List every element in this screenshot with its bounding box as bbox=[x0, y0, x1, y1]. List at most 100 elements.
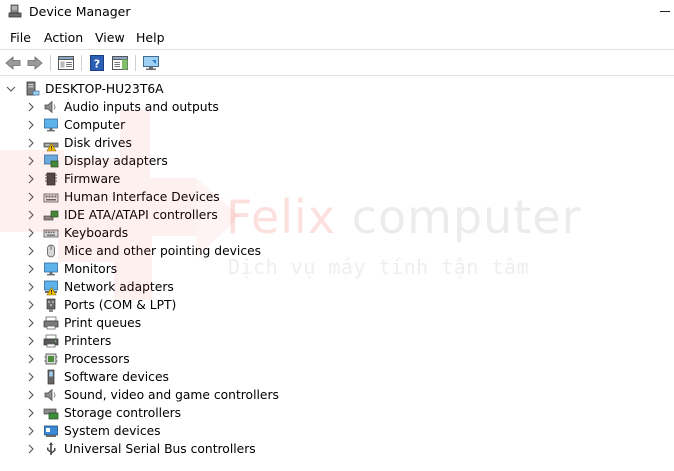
tree-category-row[interactable]: Monitors bbox=[0, 260, 674, 278]
display-adapter-icon bbox=[43, 153, 59, 169]
tree-root-computer[interactable]: DESKTOP-HU23T6A bbox=[0, 80, 674, 98]
tree-category-row[interactable]: Human Interface Devices bbox=[0, 188, 674, 206]
chevron-right-icon[interactable] bbox=[25, 389, 37, 401]
tree-category-label: Storage controllers bbox=[64, 406, 182, 420]
menu-bar: File Action View Help bbox=[0, 27, 674, 48]
device-tree: DESKTOP-HU23T6A Audio inputs and outputs C… bbox=[0, 79, 674, 471]
toolbar-separator bbox=[135, 55, 136, 71]
tree-category-row[interactable]: System devices bbox=[0, 422, 674, 440]
tree-category-row[interactable]: Computer bbox=[0, 116, 674, 134]
chevron-right-icon[interactable] bbox=[25, 317, 37, 329]
tree-category-row[interactable]: Software devices bbox=[0, 368, 674, 386]
tree-category-label: Display adapters bbox=[64, 154, 168, 168]
tree-category-row[interactable]: Universal Serial Bus controllers bbox=[0, 440, 674, 458]
minimize-button[interactable] bbox=[651, 2, 674, 22]
software-device-icon bbox=[43, 369, 59, 385]
tree-category-label: Processors bbox=[64, 352, 130, 366]
chevron-right-icon[interactable] bbox=[25, 281, 37, 293]
monitor-icon bbox=[43, 261, 59, 277]
menu-action[interactable]: Action bbox=[44, 29, 83, 46]
chevron-right-icon[interactable] bbox=[25, 425, 37, 437]
chevron-right-icon[interactable] bbox=[25, 335, 37, 347]
tree-category-row[interactable]: IDE ATA/ATAPI controllers bbox=[0, 206, 674, 224]
usb-icon bbox=[43, 441, 59, 457]
computer-tower-icon bbox=[25, 81, 41, 97]
chevron-right-icon[interactable] bbox=[25, 137, 37, 149]
window-title: Device Manager bbox=[29, 4, 131, 19]
tree-category-label: Keyboards bbox=[64, 226, 129, 240]
tree-category-row[interactable]: Audio inputs and outputs bbox=[0, 98, 674, 116]
speaker-icon bbox=[43, 99, 59, 115]
svg-text:?: ? bbox=[94, 58, 100, 71]
tree-category-label: System devices bbox=[64, 424, 161, 438]
tree-category-label: Printers bbox=[64, 334, 112, 348]
warning-icon bbox=[51, 287, 52, 288]
system-device-icon bbox=[43, 423, 59, 439]
menu-view[interactable]: View bbox=[95, 29, 125, 46]
print-queue-icon bbox=[43, 315, 59, 331]
tree-category-label: Universal Serial Bus controllers bbox=[64, 442, 256, 456]
tree-category-row[interactable]: Ports (COM & LPT) bbox=[0, 296, 674, 314]
tree-category-row[interactable]: Disk drives bbox=[0, 134, 674, 152]
forward-arrow-icon[interactable] bbox=[26, 54, 44, 72]
chevron-right-icon[interactable] bbox=[25, 155, 37, 167]
speaker-icon bbox=[43, 387, 59, 403]
printer-icon bbox=[43, 333, 59, 349]
tree-category-label: Human Interface Devices bbox=[64, 190, 220, 204]
tree-category-label: Network adapters bbox=[64, 280, 174, 294]
hid-icon bbox=[43, 189, 59, 205]
tree-category-row[interactable]: Sound, video and game controllers bbox=[0, 386, 674, 404]
tree-category-label: Computer bbox=[64, 118, 126, 132]
chevron-right-icon[interactable] bbox=[25, 299, 37, 311]
tree-category-row[interactable]: Storage controllers bbox=[0, 404, 674, 422]
monitor-scan-icon[interactable] bbox=[142, 54, 160, 72]
port-icon bbox=[43, 297, 59, 313]
menu-help[interactable]: Help bbox=[136, 29, 165, 46]
tree-category-row[interactable]: Mice and other pointing devices bbox=[0, 242, 674, 260]
tree-category-label: Software devices bbox=[64, 370, 169, 384]
chevron-right-icon[interactable] bbox=[25, 191, 37, 203]
action-pane-icon[interactable] bbox=[111, 54, 129, 72]
chevron-right-icon[interactable] bbox=[25, 407, 37, 419]
tree-category-label: Mice and other pointing devices bbox=[64, 244, 262, 258]
toolbar: ? bbox=[0, 49, 674, 76]
tree-category-label: Disk drives bbox=[64, 136, 132, 150]
tree-category-row[interactable]: Print queues bbox=[0, 314, 674, 332]
storage-controller-icon bbox=[43, 405, 59, 421]
warning-icon bbox=[51, 143, 52, 144]
chevron-right-icon[interactable] bbox=[25, 245, 37, 257]
tree-category-row[interactable]: Printers bbox=[0, 332, 674, 350]
tree-category-label: Firmware bbox=[64, 172, 121, 186]
properties-icon[interactable] bbox=[57, 54, 75, 72]
device-manager-window: Device Manager File Action View Help ? D… bbox=[0, 0, 674, 471]
tree-category-row[interactable]: Network adapters bbox=[0, 278, 674, 296]
tree-category-row[interactable]: Display adapters bbox=[0, 152, 674, 170]
chevron-right-icon[interactable] bbox=[25, 101, 37, 113]
processor-icon bbox=[43, 351, 59, 367]
monitor-icon bbox=[43, 117, 59, 133]
chip-icon bbox=[43, 171, 59, 187]
toolbar-separator bbox=[50, 55, 51, 71]
tree-category-label: Monitors bbox=[64, 262, 118, 276]
chevron-right-icon[interactable] bbox=[25, 371, 37, 383]
help-icon[interactable]: ? bbox=[88, 54, 106, 72]
chevron-right-icon[interactable] bbox=[25, 443, 37, 455]
chevron-right-icon[interactable] bbox=[25, 263, 37, 275]
chevron-right-icon[interactable] bbox=[25, 173, 37, 185]
chevron-right-icon[interactable] bbox=[25, 353, 37, 365]
title-bar: Device Manager bbox=[0, 0, 674, 24]
tree-category-label: IDE ATA/ATAPI controllers bbox=[64, 208, 218, 222]
tree-category-label: Ports (COM & LPT) bbox=[64, 298, 177, 312]
chevron-right-icon[interactable] bbox=[25, 227, 37, 239]
chevron-right-icon[interactable] bbox=[25, 119, 37, 131]
device-manager-app-icon bbox=[8, 4, 22, 18]
chevron-down-icon[interactable] bbox=[5, 83, 17, 95]
back-arrow-icon[interactable] bbox=[4, 54, 22, 72]
tree-category-row[interactable]: Processors bbox=[0, 350, 674, 368]
mouse-icon bbox=[43, 243, 59, 259]
chevron-right-icon[interactable] bbox=[25, 209, 37, 221]
tree-category-row[interactable]: Firmware bbox=[0, 170, 674, 188]
menu-file[interactable]: File bbox=[10, 29, 31, 46]
tree-category-label: Sound, video and game controllers bbox=[64, 388, 279, 402]
tree-category-row[interactable]: Keyboards bbox=[0, 224, 674, 242]
